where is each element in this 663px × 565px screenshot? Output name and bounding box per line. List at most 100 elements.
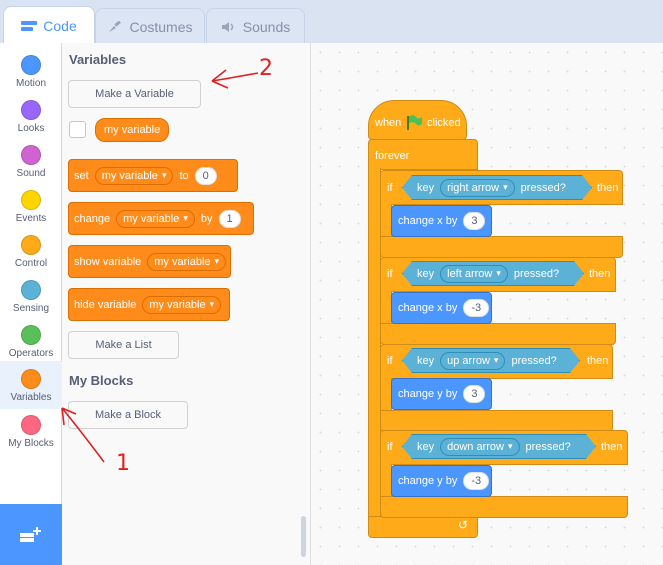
category-sound[interactable]: Sound [0,139,62,184]
category-label: Operators [8,348,54,359]
if-footer-3 [380,410,613,432]
then-label: then [597,182,619,194]
show-variable-label: show variable [74,255,142,268]
hide-variable-block[interactable]: hide variable my variable [68,288,230,321]
to-label: to [179,169,189,182]
category-variables[interactable]: Variables [0,361,62,409]
tab-code[interactable]: Code [3,6,95,44]
tab-costumes[interactable]: Costumes [95,8,205,44]
tab-costumes-label: Costumes [129,18,193,35]
motion-value-input[interactable]: -3 [463,472,490,490]
category-label: Motion [15,78,46,89]
green-flag-icon [407,115,422,130]
category-label: Sensing [12,303,50,314]
variables-color-dot [21,369,41,389]
block-palette: Variables Make a Variable my variable se… [62,43,311,565]
change-variable-dropdown[interactable]: my variable [116,209,195,228]
set-variable-dropdown[interactable]: my variable [94,166,174,185]
key-pressed-condition-4[interactable]: key down arrow pressed? [402,434,596,459]
make-variable-button[interactable]: Make a Variable [68,80,201,108]
motion-block-1[interactable]: change x by 3 [391,205,492,237]
myblocks-color-dot [21,415,41,435]
tab-code-label: Code [43,17,77,34]
key-dropdown-1[interactable]: right arrow [440,179,515,197]
motion-action-label: change y by [398,475,458,487]
brush-icon [109,20,122,32]
key-pressed-condition-3[interactable]: key up arrow pressed? [402,348,580,373]
then-label: then [589,268,611,280]
variable-visibility-checkbox[interactable] [69,121,86,138]
if-label: if [387,441,393,453]
category-label: My Blocks [8,438,54,449]
category-control[interactable]: Control [0,229,62,274]
tab-sounds[interactable]: Sounds [206,8,305,44]
editor-tabs: Code Costumes Sounds [0,0,663,44]
clicked-label: clicked [427,117,461,129]
category-menu: Motion Looks Sound Events Control Sensin… [0,43,62,565]
motion-block-2[interactable]: change x by -3 [391,292,492,324]
loop-arrow-icon: ↺ [458,518,469,532]
tab-sounds-label: Sounds [242,18,291,35]
motion-value-input[interactable]: 3 [463,212,486,230]
hide-variable-label: hide variable [74,298,137,311]
hide-variable-dropdown[interactable]: my variable [142,295,222,314]
make-block-button[interactable]: Make a Block [68,401,188,429]
motion-value-input[interactable]: 3 [463,385,486,403]
motion-block-4[interactable]: change y by -3 [391,465,492,497]
variables-heading: Variables [69,52,127,67]
if-footer-1 [380,236,623,258]
code-icon [21,20,38,31]
pressed-label: pressed? [520,181,566,194]
key-dropdown-4[interactable]: down arrow [440,438,519,456]
change-value-input[interactable]: 1 [218,209,241,228]
category-operators[interactable]: Operators [0,319,62,364]
motion-action-label: change x by [398,215,458,227]
events-color-dot [21,190,41,210]
if-label: if [387,355,393,367]
category-label: Variables [10,392,52,403]
category-label: Sound [16,168,46,179]
key-pressed-condition-1[interactable]: key right arrow pressed? [402,175,592,200]
operators-color-dot [21,325,41,345]
key-label: key [417,181,435,194]
category-motion[interactable]: Motion [0,49,62,94]
sensing-color-dot [21,280,41,300]
category-label: Looks [17,123,45,134]
sound-color-dot [21,145,41,165]
my-variable-reporter[interactable]: my variable [95,118,170,142]
show-variable-dropdown[interactable]: my variable [147,252,227,271]
key-pressed-condition-2[interactable]: key left arrow pressed? [402,261,584,286]
make-list-button[interactable]: Make a List [68,331,179,359]
category-my-blocks[interactable]: My Blocks [0,409,62,454]
category-events[interactable]: Events [0,184,62,229]
key-dropdown-2[interactable]: left arrow [440,265,508,283]
key-label: key [417,440,435,453]
if-label: if [387,182,393,194]
category-looks[interactable]: Looks [0,94,62,139]
then-label: then [601,441,623,453]
category-sensing[interactable]: Sensing [0,274,62,319]
motion-value-input[interactable]: -3 [463,299,490,317]
add-extension-button[interactable] [0,504,62,565]
key-label: key [417,267,435,280]
key-dropdown-3[interactable]: up arrow [440,352,505,370]
palette-scrollbar[interactable] [301,516,306,557]
key-label: key [417,354,435,367]
show-variable-block[interactable]: show variable my variable [68,245,231,278]
if-footer-4 [380,496,628,518]
motion-action-label: change x by [398,302,458,314]
if-label: if [387,268,393,280]
motion-block-3[interactable]: change y by 3 [391,378,492,410]
set-label: set [74,169,89,182]
set-value-input[interactable]: 0 [194,166,217,185]
annotation-number-1: 1 [116,451,130,476]
pressed-label: pressed? [513,267,560,280]
control-color-dot [21,235,41,255]
set-variable-block[interactable]: set my variable to 0 [68,159,238,192]
change-variable-block[interactable]: change my variable by 1 [68,202,254,235]
forever-label: forever [375,150,410,162]
pressed-label: pressed? [525,440,571,453]
pressed-label: pressed? [511,354,557,367]
if-footer-2 [380,323,616,345]
by-label: by [200,212,213,225]
